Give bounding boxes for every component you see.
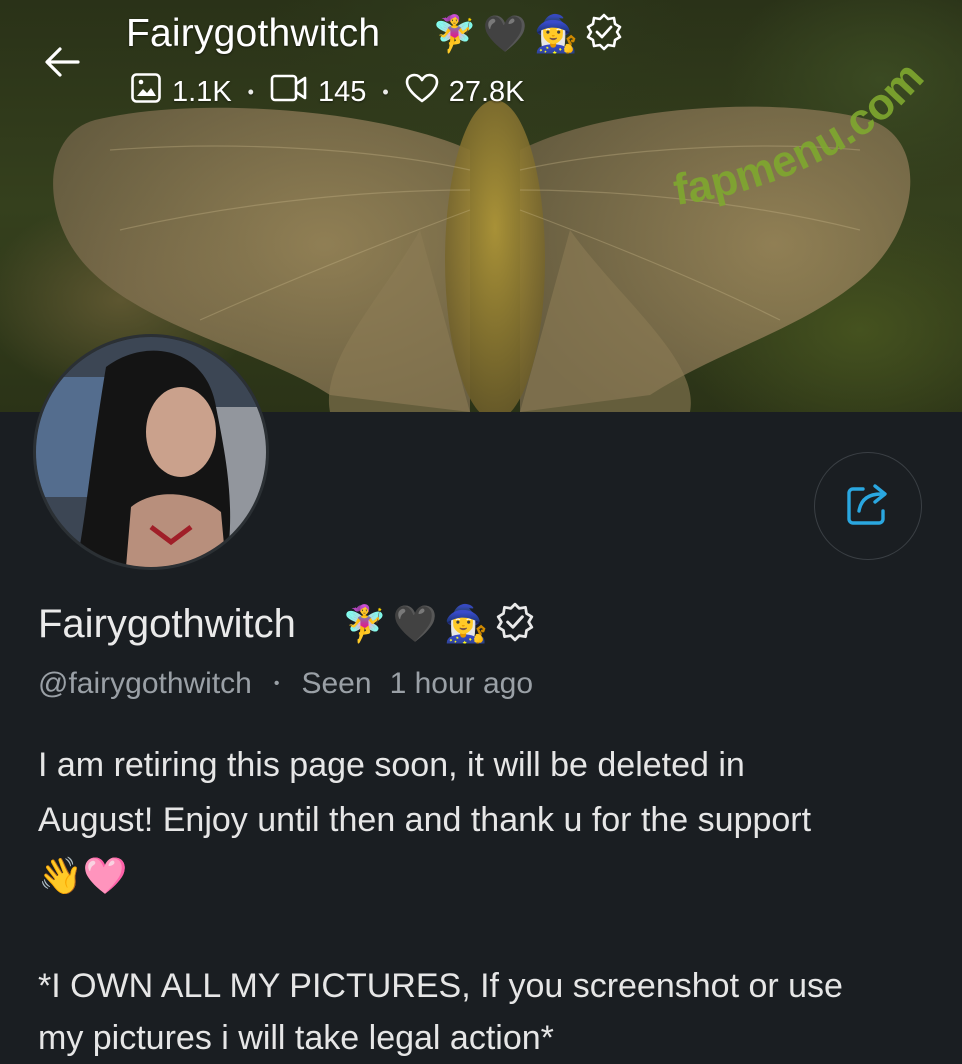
bio-line: *I OWN ALL MY PICTURES, If you screensho… [38,967,843,1005]
witch-emoji: 🧙‍♀️ [533,13,579,54]
back-arrow-icon[interactable] [40,40,84,84]
photos-count: 1.1K [172,75,232,108]
profile-bio: I am retiring this page soon, it will be… [38,738,918,903]
verified-icon [494,601,536,648]
share-button[interactable] [814,452,922,560]
header-title-emojis: 🧚‍♀️ 🖤 🧙‍♀️ [432,10,624,58]
black-heart-emoji: 🖤 [482,13,528,54]
verified-icon [584,12,624,57]
bio-emojis: 👋🩷 [38,855,128,896]
svg-text:fapmenu.com: fapmenu.com [670,52,933,215]
video-icon [270,73,308,111]
watermark: fapmenu.com [670,52,933,215]
witch-emoji: 🧙‍♀️ [443,603,489,644]
likes-count: 27.8K [448,75,525,108]
bio-line: I am retiring this page soon, it will be… [38,746,745,784]
profile-display-name: Fairygothwitch [38,602,296,646]
stats-separator: • [247,81,254,102]
image-icon [130,72,162,112]
profile-handle[interactable]: @fairygothwitch [38,667,252,701]
share-icon [845,481,891,532]
bio-line: August! Enjoy until then and thank u for… [38,801,812,839]
bio-line: my pictures i will take legal action* [38,1019,554,1057]
heart-icon [405,73,439,111]
fairy-emoji: 🧚‍♀️ [342,603,387,644]
fairy-emoji: 🧚‍♀️ [432,13,477,54]
stats-separator: • [382,81,389,102]
profile-handle-row: @fairygothwitch • Seen 1 hour ago [38,667,533,701]
black-heart-emoji: 🖤 [392,603,438,644]
seen-label: Seen [301,667,372,700]
handle-separator: • [273,675,280,692]
videos-count: 145 [317,75,367,108]
avatar[interactable] [33,334,269,570]
profile-name-emojis: 🧚‍♀️ 🖤 🧙‍♀️ [342,600,536,648]
header-stats: 1.1K • 145 • 27.8K [130,72,524,112]
header-title: Fairygothwitch [126,12,381,55]
profile-bio-notice: *I OWN ALL MY PICTURES, If you screensho… [38,960,938,1064]
seen-time: 1 hour ago [389,667,534,700]
